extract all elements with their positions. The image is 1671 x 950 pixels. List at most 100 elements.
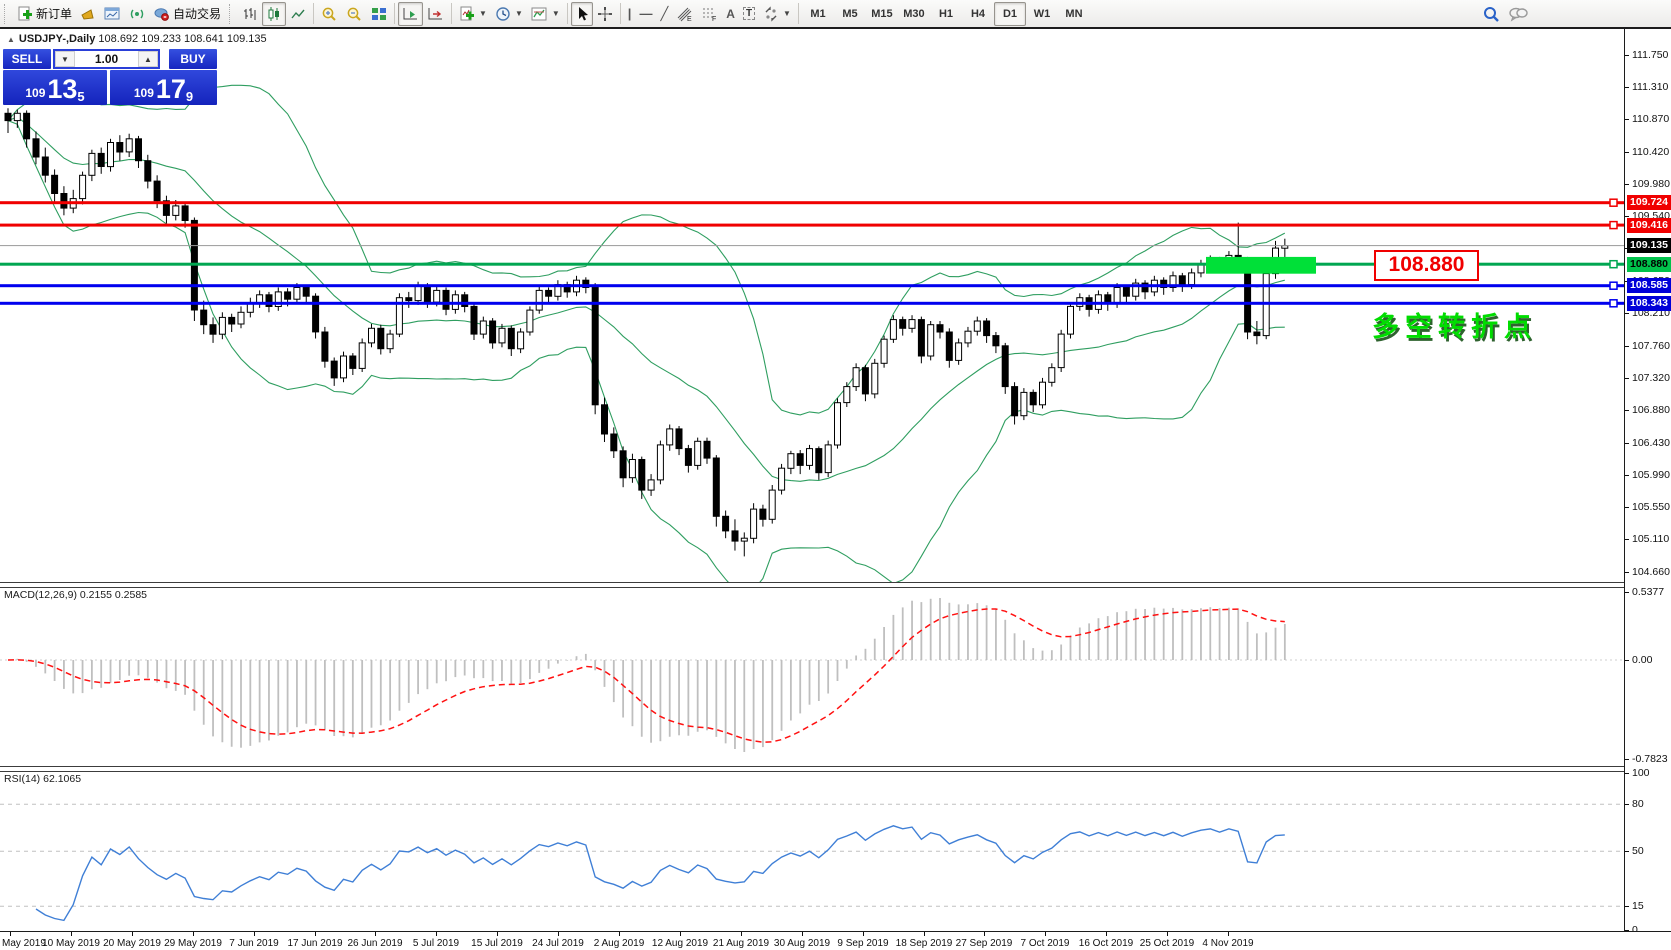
date-tick-label: May 2019	[2, 938, 46, 949]
toolbar-grip	[4, 4, 10, 24]
main-toolbar: 新订单 自动交易	[0, 0, 1671, 28]
panel-splitter[interactable]	[0, 582, 1671, 588]
autotrade-button[interactable]: 自动交易	[149, 2, 225, 26]
arrows-button[interactable]: ▼	[759, 2, 795, 26]
vertical-line-button[interactable]: |	[624, 2, 636, 26]
horizontal-level-line[interactable]	[0, 224, 1624, 227]
horizontal-line-button[interactable]: —	[635, 2, 656, 26]
toolbar-separator	[451, 3, 452, 24]
date-tick-mark	[375, 932, 376, 936]
zoom-in-button[interactable]	[317, 2, 342, 26]
date-tick-mark	[71, 932, 72, 936]
sell-price-display[interactable]: 109135	[3, 70, 107, 105]
timeframe-button-M5[interactable]: M5	[834, 2, 866, 26]
price-tick-label: 104.660	[1632, 566, 1670, 578]
channel-button[interactable]: E	[672, 2, 697, 26]
timeframe-button-H1[interactable]: H1	[930, 2, 962, 26]
chart-shift-icon	[427, 6, 444, 22]
date-axis: May 201910 May 201920 May 201929 May 201…	[0, 931, 1671, 950]
zoom-out-button[interactable]	[342, 2, 367, 26]
volume-input[interactable]	[75, 51, 138, 67]
new-chart-button[interactable]	[100, 2, 125, 26]
signals-button[interactable]	[125, 2, 149, 26]
chevron-down-icon: ▼	[479, 9, 487, 18]
level-price-label: 109.416	[1627, 218, 1671, 233]
date-tick-label: 16 Oct 2019	[1079, 938, 1133, 949]
collapse-panel-icon[interactable]: ▲	[7, 35, 15, 44]
chat-button[interactable]	[1504, 2, 1532, 26]
sell-price-point: 5	[77, 92, 84, 102]
line-drag-handle[interactable]	[1610, 282, 1617, 289]
autotrade-label: 自动交易	[173, 5, 221, 22]
line-drag-handle[interactable]	[1610, 199, 1617, 206]
fibonacci-button[interactable]: F	[697, 2, 722, 26]
price-tick-label: 110.420	[1632, 146, 1669, 158]
price-axis: 111.750111.310110.870110.420109.980109.5…	[1624, 29, 1671, 931]
price-tick-label: 106.880	[1632, 404, 1670, 416]
date-tick-mark	[436, 932, 437, 936]
line-drag-handle[interactable]	[1610, 222, 1617, 229]
toolbar-separator	[567, 3, 568, 24]
bollinger-band-line	[8, 121, 1285, 582]
panel-splitter[interactable]	[0, 766, 1671, 772]
price-tick-mark	[1625, 346, 1629, 347]
mt4-terminal: 新订单 自动交易	[0, 0, 1671, 950]
date-tick-mark	[10, 932, 11, 936]
date-tick-label: 17 Jun 2019	[287, 938, 342, 949]
volume-increase-button[interactable]: ▲	[138, 51, 158, 67]
chat-icon	[1508, 5, 1528, 23]
bars-chart-button[interactable]	[238, 2, 262, 26]
line-drag-handle[interactable]	[1610, 300, 1617, 307]
trendline-button[interactable]: ╱	[656, 2, 672, 26]
timeframe-button-W1[interactable]: W1	[1026, 2, 1058, 26]
timeframe-button-D1[interactable]: D1	[994, 2, 1026, 26]
buy-price-handle: 109	[134, 86, 154, 100]
periods-button[interactable]: ▼	[491, 2, 527, 26]
candlestick-series	[5, 108, 1288, 556]
indicators-button[interactable]: ▼	[455, 2, 491, 26]
text-label-button[interactable]: T	[739, 2, 759, 26]
chart-shift-button[interactable]	[423, 2, 448, 26]
auto-scroll-icon	[402, 6, 419, 22]
volume-decrease-button[interactable]: ▼	[55, 51, 75, 67]
text-button[interactable]: A	[722, 2, 739, 26]
timeframe-button-M30[interactable]: M30	[898, 2, 930, 26]
auto-scroll-button[interactable]	[398, 2, 423, 26]
price-tick-mark	[1625, 475, 1629, 476]
crosshair-button[interactable]	[593, 2, 617, 26]
rsi-tick-mark	[1625, 906, 1629, 907]
price-tick-mark	[1625, 87, 1629, 88]
resistance-zone-rectangle[interactable]	[1206, 257, 1316, 274]
search-button[interactable]	[1478, 2, 1504, 26]
buy-button[interactable]: BUY	[169, 49, 217, 69]
candlestick-chart-button[interactable]	[262, 2, 286, 26]
cursor-button[interactable]	[571, 2, 593, 26]
price-tick-label: 111.750	[1632, 49, 1668, 61]
turning-point-annotation[interactable]: 多空转折点	[1372, 305, 1537, 344]
line-chart-icon	[290, 6, 306, 22]
timeframe-button-H4[interactable]: H4	[962, 2, 994, 26]
line-drag-handle[interactable]	[1610, 261, 1617, 268]
sell-button[interactable]: SELL	[3, 49, 51, 69]
timeframe-button-M1[interactable]: M1	[802, 2, 834, 26]
horizontal-level-line[interactable]	[0, 201, 1624, 204]
templates-button[interactable]: ▼	[527, 2, 564, 26]
timeframe-button-M15[interactable]: M15	[866, 2, 898, 26]
date-tick-mark	[619, 932, 620, 936]
rsi-indicator-label: RSI(14) 62.1065	[4, 773, 81, 785]
date-tick-mark	[558, 932, 559, 936]
buy-price-display[interactable]: 109179	[110, 70, 217, 105]
new-order-button[interactable]: 新订单	[13, 2, 76, 26]
tile-windows-button[interactable]	[367, 2, 391, 26]
macd-signal-line	[8, 609, 1285, 742]
line-chart-button[interactable]	[286, 2, 310, 26]
toolbar-separator	[620, 3, 621, 24]
horizontal-level-line[interactable]	[0, 284, 1624, 287]
timeframe-button-MN[interactable]: MN	[1058, 2, 1090, 26]
macd-scale-label: -0.7823	[1632, 753, 1668, 765]
macd-tick-mark	[1625, 759, 1629, 760]
fibonacci-icon: F	[701, 6, 718, 22]
symbol-name: USDJPY-,Daily	[19, 33, 95, 45]
megaphone-button[interactable]	[76, 2, 100, 26]
price-callout[interactable]: 108.880	[1374, 250, 1479, 281]
